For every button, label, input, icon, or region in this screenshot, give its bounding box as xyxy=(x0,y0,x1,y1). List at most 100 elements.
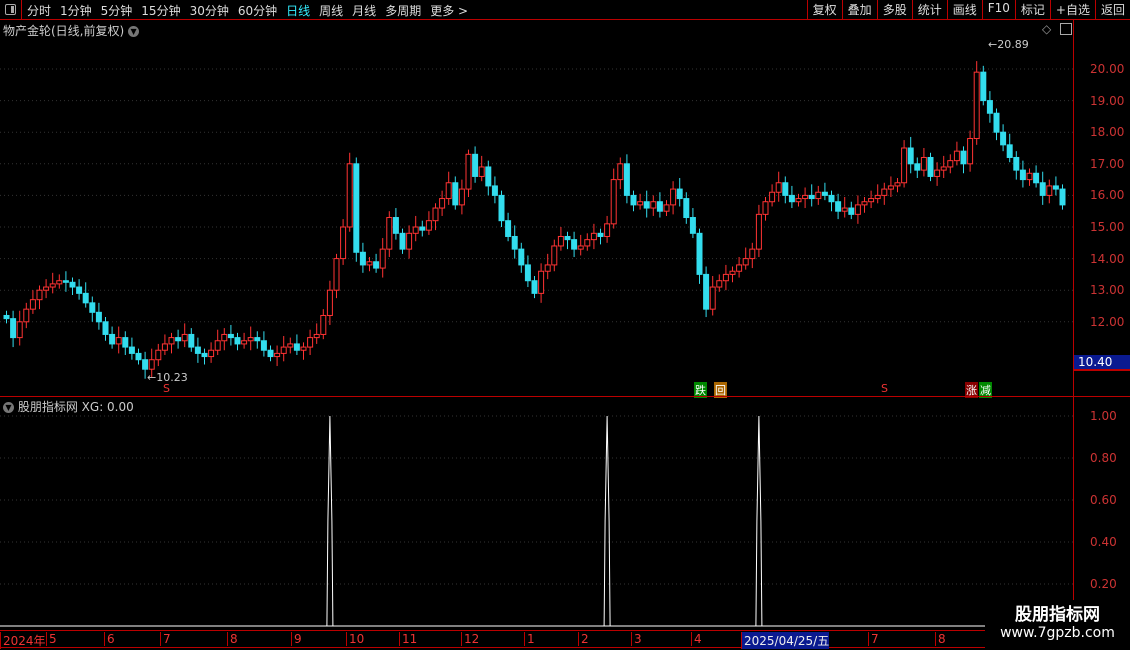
candle xyxy=(300,342,307,360)
candle xyxy=(188,328,195,352)
tab-5[interactable]: 60分钟 xyxy=(238,2,277,19)
candle xyxy=(452,176,459,210)
toolbar-button-3[interactable]: 统计 xyxy=(911,0,947,19)
candle xyxy=(36,285,43,310)
price-tick: 14.00 xyxy=(1090,251,1125,266)
candle xyxy=(716,274,723,292)
candle xyxy=(584,233,591,251)
candle xyxy=(1033,165,1040,188)
price-axis-line xyxy=(1073,20,1074,630)
candle xyxy=(445,171,452,205)
candle xyxy=(815,185,822,205)
candle xyxy=(828,190,835,212)
tab-8[interactable]: 月线 xyxy=(352,2,376,19)
candle xyxy=(419,220,426,237)
price-chart[interactable] xyxy=(0,38,1073,396)
candle xyxy=(95,302,102,330)
toolbar-button-7[interactable]: +自选 xyxy=(1049,0,1095,19)
candle xyxy=(597,228,604,245)
candle xyxy=(511,225,518,259)
tab-9[interactable]: 多周期 xyxy=(385,2,421,19)
candle xyxy=(498,190,505,227)
indicator-tick: 0.20 xyxy=(1090,577,1117,591)
tab-6[interactable]: 日线 xyxy=(286,2,310,19)
candle xyxy=(128,337,135,360)
candle xyxy=(874,184,881,204)
tab-1[interactable]: 1分钟 xyxy=(60,2,92,19)
xg-indicator-chart[interactable] xyxy=(0,397,1073,630)
tab-7[interactable]: 周线 xyxy=(319,2,343,19)
candle xyxy=(267,345,274,362)
candle xyxy=(399,228,406,254)
candle xyxy=(1019,160,1026,188)
candle xyxy=(478,155,485,182)
candle xyxy=(868,190,875,209)
sell-marker: S xyxy=(881,382,888,395)
candle xyxy=(201,348,208,365)
date-tick: 7 xyxy=(160,632,171,646)
candle xyxy=(590,223,597,250)
candle xyxy=(551,239,558,272)
candle xyxy=(755,204,762,258)
candle xyxy=(683,192,690,224)
candle xyxy=(307,329,314,355)
date-tick: 12 xyxy=(461,632,479,646)
candle xyxy=(69,277,76,295)
candle xyxy=(392,208,399,240)
toolbar-button-6[interactable]: 标记 xyxy=(1014,0,1050,19)
candle xyxy=(782,176,789,204)
layout-icon[interactable] xyxy=(1060,23,1072,35)
high-value: 20.89 xyxy=(997,38,1029,51)
candle xyxy=(722,264,729,291)
toolbar-button-4[interactable]: 画线 xyxy=(946,0,982,19)
candle xyxy=(175,329,182,349)
toolbar-button-0[interactable]: 复权 xyxy=(806,0,842,19)
candle xyxy=(505,212,512,242)
candle xyxy=(1026,168,1033,186)
candle xyxy=(802,187,809,209)
tab-4[interactable]: 30分钟 xyxy=(190,2,229,19)
candle xyxy=(406,225,413,259)
candle xyxy=(340,219,347,265)
candle xyxy=(821,182,828,201)
current-price-box: 10.40 xyxy=(1074,355,1130,371)
panel-toggle-icon[interactable] xyxy=(0,0,22,19)
candle xyxy=(940,155,947,179)
candle xyxy=(359,242,366,273)
candle xyxy=(709,275,716,316)
candle xyxy=(472,146,479,183)
candle xyxy=(986,91,993,123)
tab-0[interactable]: 分时 xyxy=(27,2,51,19)
candle xyxy=(524,255,531,288)
toolbar-button-8[interactable]: 返回 xyxy=(1094,0,1130,19)
candle xyxy=(89,296,96,322)
candle xyxy=(907,136,914,174)
candle xyxy=(881,182,888,205)
candle xyxy=(23,302,30,329)
candle xyxy=(333,253,340,299)
diamond-icon[interactable]: ◇ xyxy=(1042,22,1051,36)
candle xyxy=(293,334,300,355)
candle xyxy=(49,272,56,294)
candle xyxy=(29,290,36,314)
indicator-tick: 1.00 xyxy=(1090,409,1117,423)
tab-3[interactable]: 15分钟 xyxy=(141,2,180,19)
candle xyxy=(221,328,228,351)
toolbar-button-1[interactable]: 叠加 xyxy=(841,0,877,19)
candle xyxy=(214,329,221,355)
candle xyxy=(762,196,769,221)
candle xyxy=(76,279,83,300)
candle xyxy=(465,149,472,197)
toolbar-button-2[interactable]: 多股 xyxy=(876,0,912,19)
tab-10[interactable]: 更多 > xyxy=(430,2,468,19)
price-tick: 17.00 xyxy=(1090,156,1125,171)
candle xyxy=(109,326,116,349)
high-price-label: ←20.89 xyxy=(988,38,1029,51)
tab-2[interactable]: 5分钟 xyxy=(101,2,133,19)
candle xyxy=(742,247,749,270)
toolbar-button-5[interactable]: F10 xyxy=(981,0,1015,19)
candle xyxy=(577,234,584,256)
candle xyxy=(835,193,842,220)
chevron-down-icon[interactable]: ▼ xyxy=(128,26,140,37)
candle xyxy=(62,271,69,292)
